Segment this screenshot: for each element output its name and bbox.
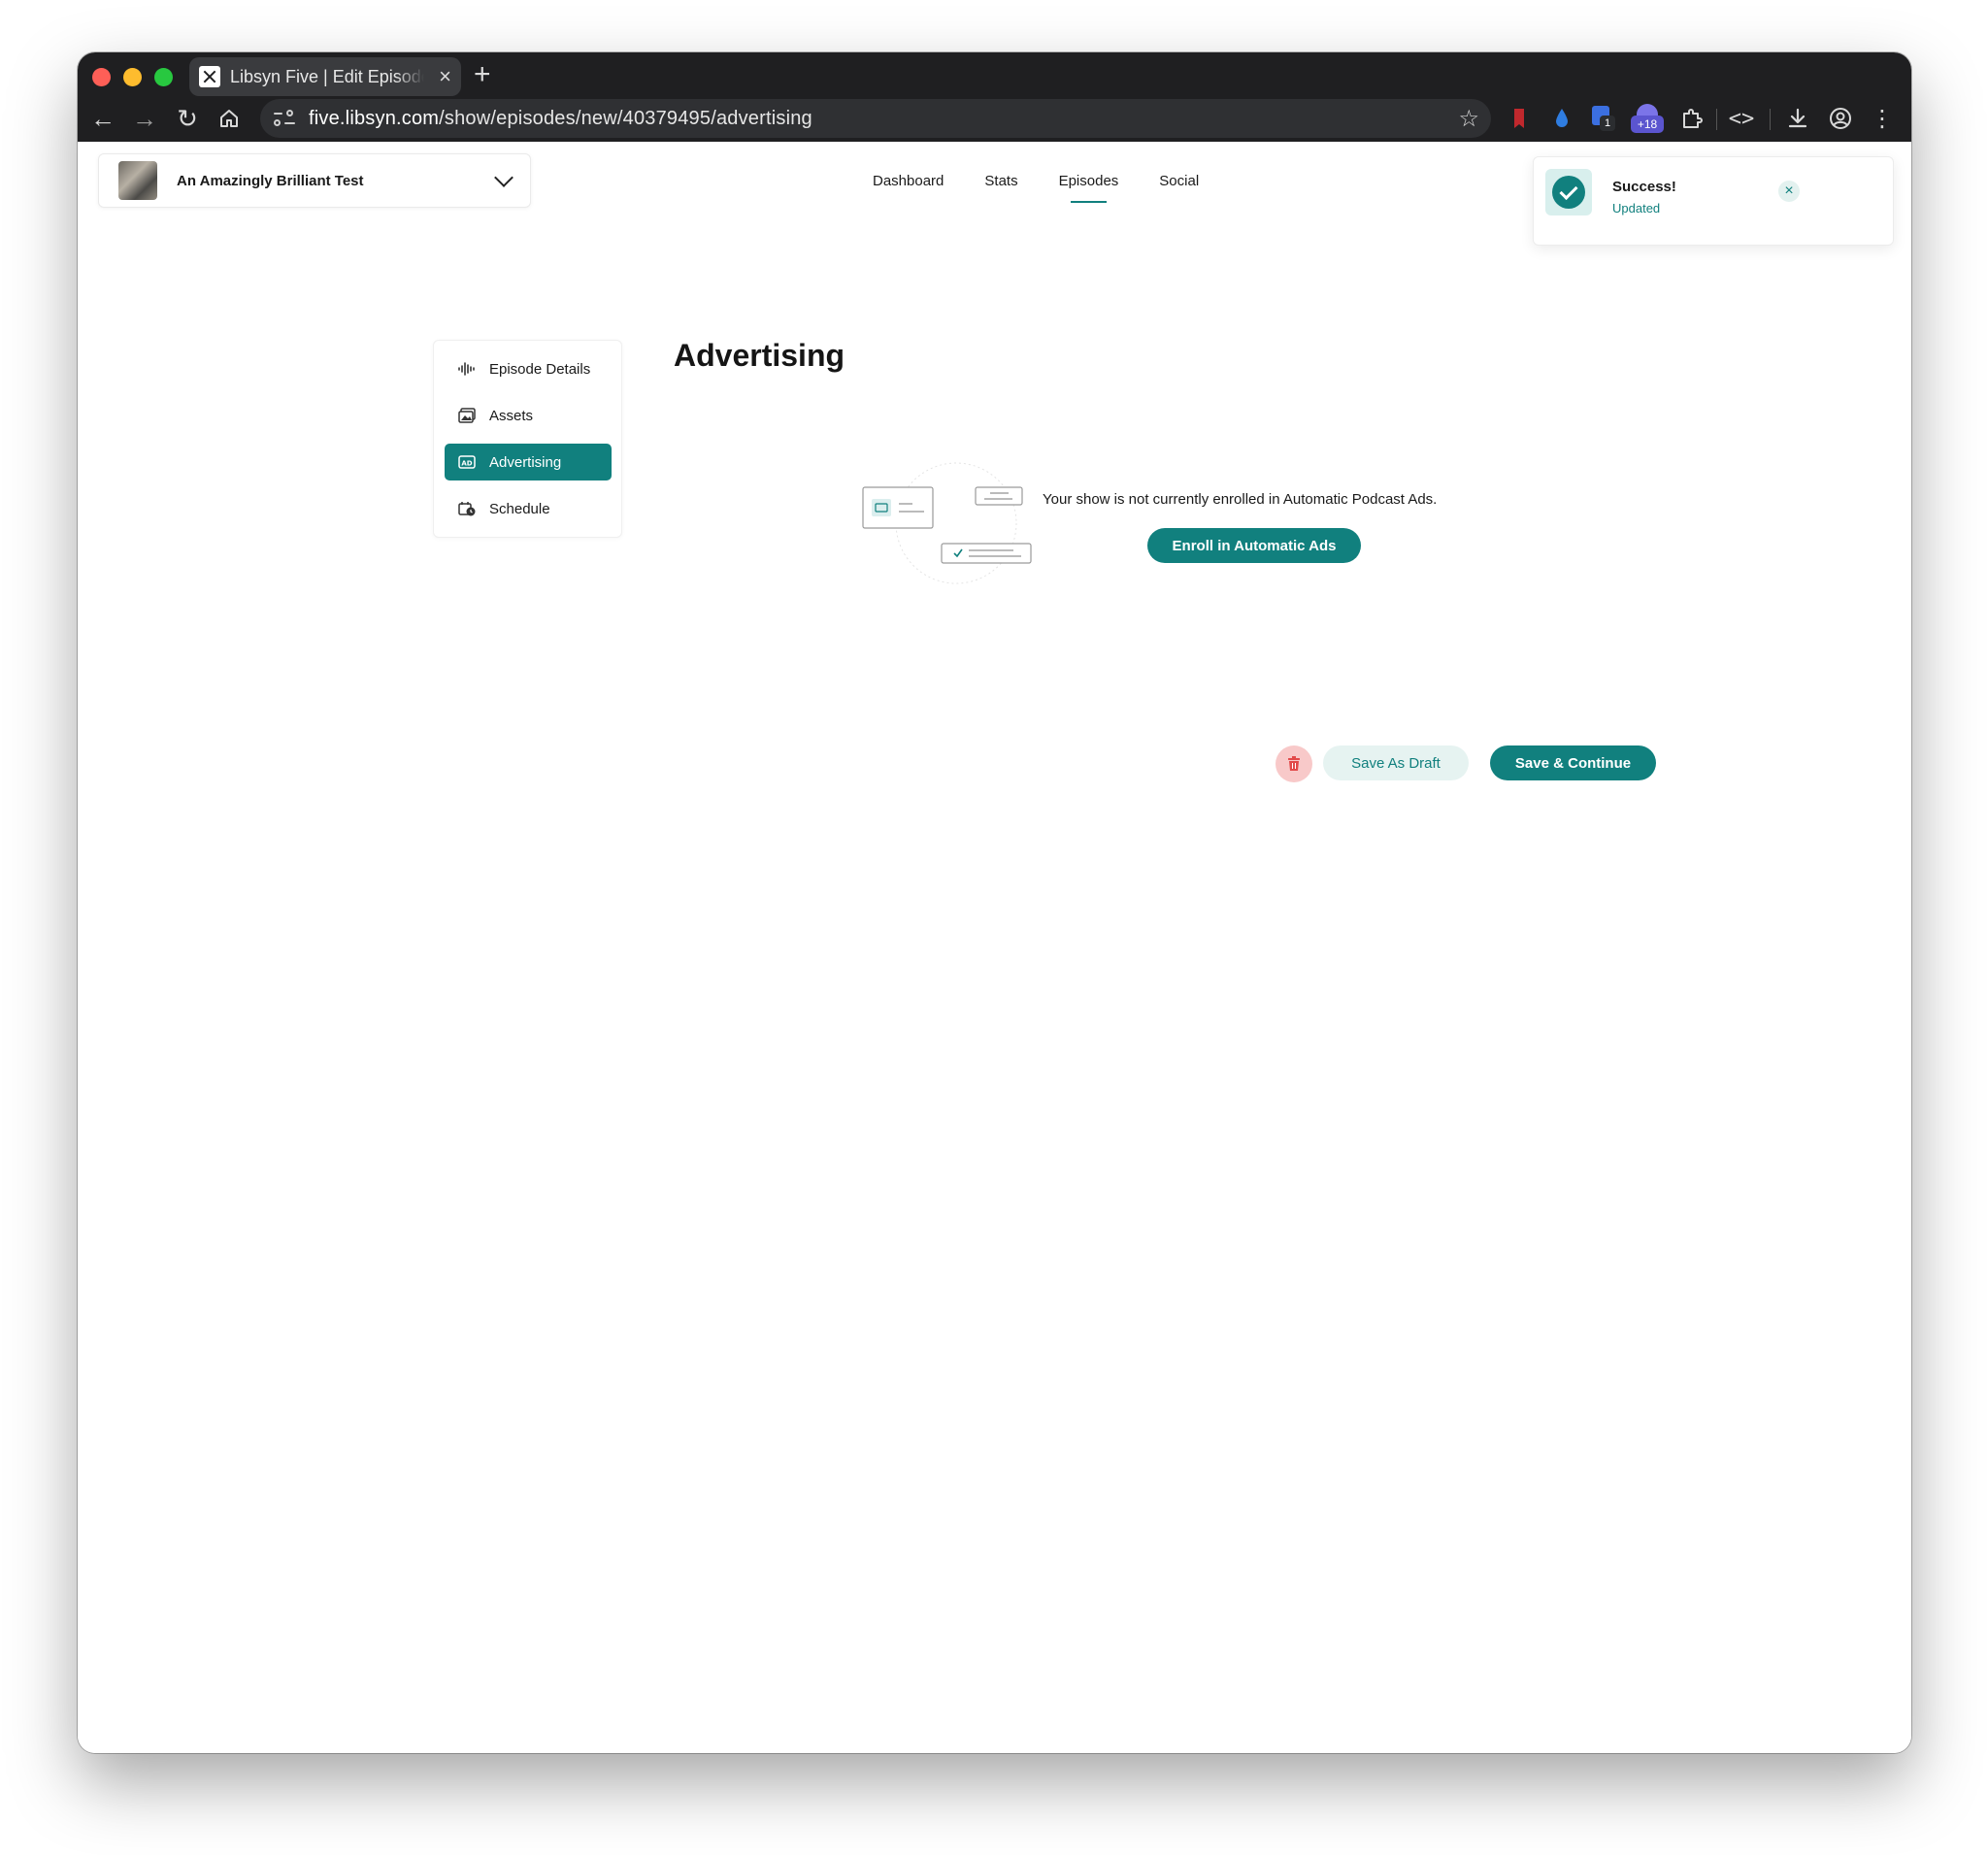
app-page: An Amazingly Brilliant Test Dashboard St… [78, 142, 1911, 1753]
browser-window: Libsyn Five | Edit Episode × + ← → ↻ fiv… [78, 52, 1911, 1753]
sidebar-item-label: Advertising [489, 453, 562, 471]
show-thumbnail [118, 161, 157, 200]
sidebar-item-label: Schedule [489, 500, 550, 517]
svg-text:AD: AD [461, 460, 472, 468]
nav-episodes[interactable]: Episodes [1059, 173, 1118, 203]
url-text: five.libsyn.com/show/episodes/new/403794… [309, 107, 812, 129]
profile-icon[interactable] [1825, 103, 1856, 134]
extension-drop-icon[interactable] [1546, 103, 1577, 134]
trash-icon [1288, 756, 1300, 771]
back-icon[interactable]: ← [87, 103, 118, 134]
sidebar-item-episode-details[interactable]: Episode Details [445, 350, 612, 387]
menu-kebab-icon[interactable]: ⋮ [1867, 103, 1898, 134]
extension-red-icon[interactable] [1504, 103, 1535, 134]
success-check-icon [1545, 169, 1592, 215]
sidebar-item-label: Episode Details [489, 360, 591, 378]
browser-tab[interactable]: Libsyn Five | Edit Episode × [189, 57, 461, 96]
toolbar-divider [1716, 109, 1717, 130]
show-selector[interactable]: An Amazingly Brilliant Test [98, 153, 531, 208]
maximize-window-button[interactable] [154, 68, 173, 86]
sidebar-item-advertising[interactable]: AD Advertising [445, 444, 612, 480]
toolbar-divider [1770, 109, 1771, 130]
page-title: Advertising [674, 338, 845, 373]
sidebar-item-assets[interactable]: Assets [445, 397, 612, 434]
sidebar-item-label: Assets [489, 407, 534, 424]
forward-icon[interactable]: → [129, 103, 160, 134]
ad-icon: AD [458, 455, 476, 469]
waveform-icon [458, 362, 475, 376]
ads-illustration [862, 462, 1032, 584]
minimize-window-button[interactable] [123, 68, 142, 86]
chevron-down-icon [494, 168, 514, 187]
extension-badge-icon[interactable]: 1 [1588, 103, 1619, 134]
toast-message: Updated [1612, 201, 1661, 215]
delete-episode-button[interactable] [1276, 745, 1312, 782]
bookmark-star-icon[interactable]: ☆ [1458, 105, 1479, 133]
close-window-button[interactable] [92, 68, 111, 86]
top-nav: Dashboard Stats Episodes Social [873, 173, 1240, 203]
save-as-draft-button[interactable]: Save As Draft [1323, 745, 1469, 780]
enrollment-notice: Your show is not currently enrolled in A… [1043, 491, 1438, 508]
tab-close-icon[interactable]: × [439, 64, 451, 89]
reload-icon[interactable]: ↻ [172, 103, 203, 134]
extension-group-icon[interactable]: +18 [1629, 103, 1666, 134]
download-icon[interactable] [1782, 103, 1813, 134]
site-settings-icon[interactable] [274, 108, 295, 129]
extensions-puzzle-icon[interactable] [1676, 103, 1707, 134]
sidebar-item-schedule[interactable]: Schedule [445, 490, 612, 527]
save-and-continue-button[interactable]: Save & Continue [1490, 745, 1656, 780]
calendar-clock-icon [458, 502, 476, 516]
nav-social[interactable]: Social [1159, 173, 1199, 189]
toast-title: Success! [1612, 179, 1676, 195]
episode-sidebar: Episode Details Assets AD Advertising Sc… [433, 340, 622, 538]
enroll-automatic-ads-button[interactable]: Enroll in Automatic Ads [1147, 528, 1361, 563]
toast-close-icon[interactable]: × [1778, 181, 1800, 202]
image-icon [458, 408, 476, 423]
nav-stats[interactable]: Stats [984, 173, 1017, 189]
new-tab-icon[interactable]: + [474, 60, 491, 89]
nav-dashboard[interactable]: Dashboard [873, 173, 944, 189]
success-toast: Success! Updated × [1533, 156, 1894, 246]
browser-chrome: Libsyn Five | Edit Episode × + ← → ↻ fiv… [78, 52, 1911, 142]
tab-title: Libsyn Five | Edit Episode [230, 66, 424, 86]
home-icon[interactable] [214, 103, 245, 134]
address-bar[interactable]: five.libsyn.com/show/episodes/new/403794… [260, 99, 1491, 138]
code-icon[interactable]: <> [1726, 103, 1757, 134]
libsyn-favicon-icon [199, 66, 220, 87]
show-name: An Amazingly Brilliant Test [177, 172, 364, 189]
